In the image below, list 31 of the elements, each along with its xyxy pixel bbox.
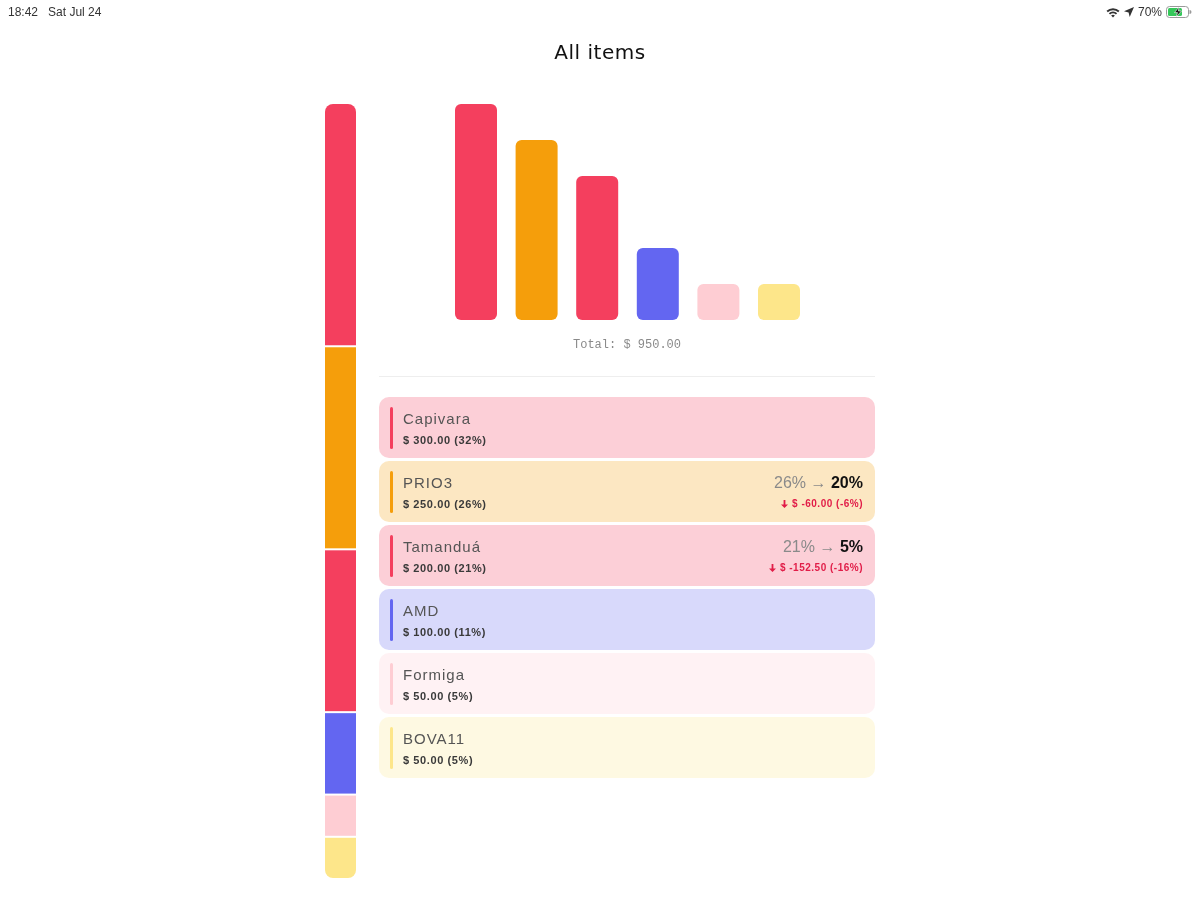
value-change: $ -60.00 (-6%) bbox=[792, 497, 863, 511]
item-card[interactable]: Tamanduá $ 200.00 (21%) 21% → 5% $ -152.50 (-16%) bbox=[379, 525, 875, 586]
down-arrow-icon bbox=[768, 564, 776, 572]
item-name: AMD bbox=[403, 600, 441, 621]
down-arrow-icon bbox=[781, 500, 789, 508]
page-title: All items bbox=[554, 40, 646, 64]
item-name: Capivara bbox=[403, 408, 473, 429]
item-amount: $ 250.00 (26%) bbox=[403, 496, 487, 512]
value-change: $ -152.50 (-16%) bbox=[779, 561, 863, 575]
item-name: BOVA11 bbox=[403, 728, 467, 749]
wifi-icon bbox=[1105, 6, 1120, 18]
item-amount: $ 50.00 (5%) bbox=[403, 752, 474, 768]
battery-percent: 70% bbox=[1137, 5, 1162, 19]
item-card[interactable]: AMD $ 100.00 (11%) bbox=[379, 589, 875, 650]
allocation-change: 26% → 20% bbox=[774, 473, 863, 493]
item-name: PRIO3 bbox=[403, 472, 454, 493]
item-card[interactable]: Capivara $ 300.00 (32%) bbox=[379, 397, 875, 458]
item-amount: $ 50.00 (5%) bbox=[403, 688, 474, 704]
status-time: 18:42 bbox=[8, 5, 39, 19]
item-card[interactable]: BOVA11 $ 50.00 (5%) bbox=[379, 717, 875, 778]
item-amount: $ 200.00 (21%) bbox=[403, 560, 487, 576]
item-amount: $ 100.00 (11%) bbox=[403, 624, 486, 640]
item-card[interactable]: Formiga $ 50.00 (5%) bbox=[379, 653, 875, 714]
item-name: Formiga bbox=[403, 664, 466, 685]
location-arrow-icon bbox=[1123, 7, 1134, 17]
allocation-change: 21% → 5% bbox=[782, 537, 863, 557]
total-label: Total: $ 950.00 bbox=[573, 337, 681, 353]
item-card[interactable]: PRIO3 $ 250.00 (26%) 26% → 20% $ -60.00 (-6%) bbox=[379, 461, 875, 522]
item-name: Tamanduá bbox=[403, 536, 483, 557]
item-amount: $ 300.00 (32%) bbox=[403, 432, 487, 448]
status-date: Sat Jul 24 bbox=[48, 5, 102, 19]
